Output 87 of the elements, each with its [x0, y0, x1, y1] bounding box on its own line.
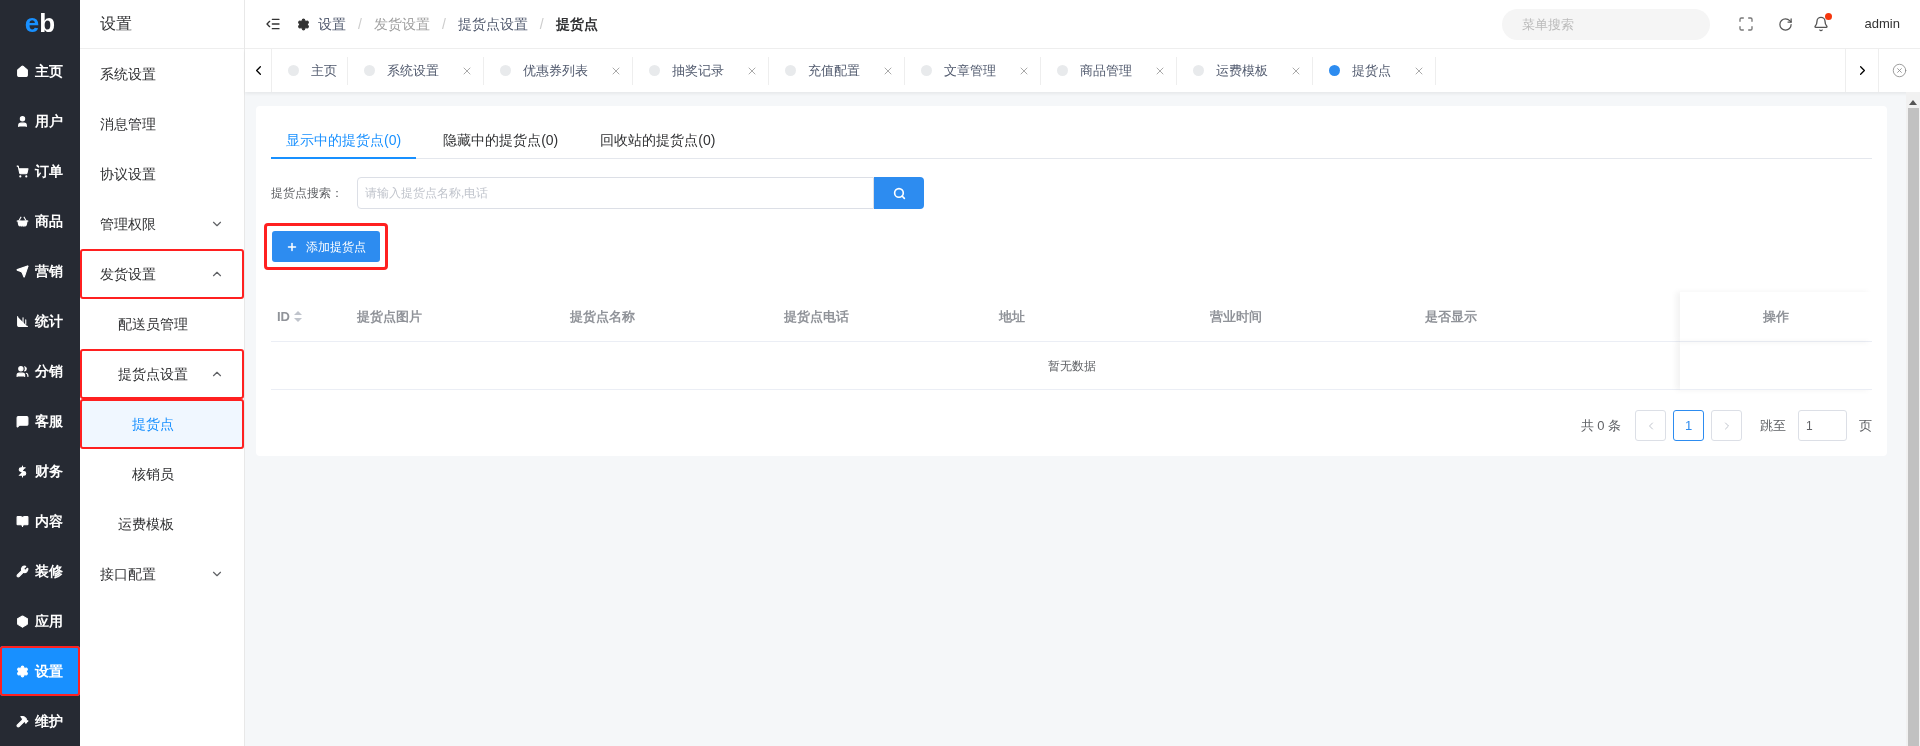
scrollbar[interactable]	[1906, 92, 1920, 746]
paper-plane-icon	[16, 264, 29, 278]
hammer-icon	[16, 714, 29, 728]
users-icon	[16, 364, 29, 378]
column-header: 营业时间	[1204, 292, 1419, 342]
user-icon	[16, 114, 29, 128]
wrench-icon	[16, 564, 29, 578]
nav-item[interactable]: 维护	[0, 696, 80, 746]
close-circle-icon	[1892, 63, 1907, 78]
nav-item[interactable]: 用户	[0, 96, 80, 146]
nav-item[interactable]: 商品	[0, 196, 80, 246]
nav-item[interactable]: 分销	[0, 346, 80, 396]
submenu-item[interactable]: 发货设置	[80, 249, 244, 299]
column-header: 地址	[993, 292, 1204, 342]
nav-item[interactable]: 统计	[0, 296, 80, 346]
refresh-icon[interactable]	[1777, 16, 1793, 32]
jump-label: 跳至	[1760, 416, 1786, 435]
book-icon	[16, 514, 29, 528]
breadcrumb-separator: /	[539, 14, 544, 34]
nav-item[interactable]: 主页	[0, 46, 80, 96]
username[interactable]: admin	[1864, 14, 1900, 34]
search-icon	[892, 186, 906, 200]
filter-tab[interactable]: 回收站的提货点(0)	[585, 124, 731, 159]
home-icon	[16, 64, 29, 78]
submenu-item[interactable]: 配送员管理	[80, 299, 244, 349]
cart-icon	[16, 164, 29, 178]
page-tab[interactable]: 系统设置	[348, 56, 484, 85]
page-tab[interactable]: 抽奖记录	[633, 56, 769, 85]
sort-icon[interactable]	[294, 311, 302, 322]
nav-item[interactable]: 订单	[0, 146, 80, 196]
page-unit-label: 页	[1859, 416, 1872, 435]
submenu-item[interactable]: 运费模板	[80, 499, 244, 549]
breadcrumb-item[interactable]: 提货点设置	[457, 13, 528, 35]
filter-tab[interactable]: 隐藏中的提货点(0)	[428, 124, 574, 159]
column-header: 提货点名称	[564, 292, 778, 342]
page-tab[interactable]: 文章管理	[905, 56, 1041, 85]
submenu-title: 设置	[80, 0, 244, 49]
bar-chart-icon	[16, 314, 29, 328]
column-header: 提货点图片	[351, 292, 564, 342]
nav-item[interactable]: 客服	[0, 396, 80, 446]
fullscreen-icon[interactable]	[1737, 16, 1754, 32]
column-header: 是否显示	[1419, 292, 1680, 342]
breadcrumb-separator: /	[358, 14, 362, 34]
page-tab[interactable]: 充值配置	[769, 56, 905, 85]
column-header: 操作	[1680, 292, 1872, 342]
dollar-icon	[16, 464, 29, 478]
jump-page-field[interactable]: 1	[1798, 410, 1847, 441]
bell-icon[interactable]	[1812, 16, 1829, 32]
previous-page-button[interactable]	[1635, 410, 1666, 441]
nav-item[interactable]: 装修	[0, 546, 80, 596]
basket-icon	[16, 214, 29, 228]
total-count: 共 0 条	[1580, 416, 1621, 435]
page-tab[interactable]: 商品管理	[1041, 56, 1177, 85]
submenu-item[interactable]: 协议设置	[80, 149, 244, 199]
breadcrumb-item: 提货点	[555, 14, 598, 34]
submenu-item[interactable]: 核销员	[80, 449, 244, 499]
search-label: 提货点搜索：	[271, 185, 344, 202]
nav-item[interactable]: 财务	[0, 446, 80, 496]
chat-icon	[16, 414, 29, 428]
store-search-field[interactable]: 请输入提货点名称,电话	[357, 177, 874, 209]
settings-icon	[297, 17, 310, 31]
submenu-item[interactable]: 接口配置	[80, 549, 244, 599]
column-header: 提货点电话	[778, 292, 993, 342]
page-tab[interactable]: 运费模板	[1177, 56, 1313, 85]
nav-item[interactable]: 营销	[0, 246, 80, 296]
scrollbar-thumb[interactable]	[1907, 108, 1919, 746]
collapse-menu-icon[interactable]	[265, 16, 281, 32]
breadcrumb-item[interactable]: 设置	[318, 13, 346, 35]
menu-search-field[interactable]: 菜单搜索	[1501, 8, 1710, 40]
submenu-item[interactable]: 系统设置	[80, 49, 244, 99]
submenu-item[interactable]: 提货点设置	[80, 349, 244, 399]
nav-item[interactable]: 内容	[0, 496, 80, 546]
submenu-item[interactable]: 消息管理	[80, 99, 244, 149]
scroll-up-arrow-icon[interactable]	[1909, 100, 1917, 105]
search-button[interactable]	[874, 177, 924, 209]
page-tab[interactable]: 优惠券列表	[484, 56, 633, 85]
page-tab[interactable]: 提货点	[1313, 56, 1436, 85]
breadcrumb-separator: /	[441, 14, 446, 34]
settings-icon	[16, 664, 29, 678]
next-page-button[interactable]	[1711, 410, 1742, 441]
submenu-item[interactable]: 管理权限	[80, 199, 244, 249]
empty-table-message: 暂无数据	[271, 342, 1680, 390]
nav-item[interactable]: 应用	[0, 596, 80, 646]
cube-icon	[16, 614, 29, 628]
logo: eb	[23, 7, 57, 40]
page-tab[interactable]: 主页	[272, 56, 348, 85]
plus-icon	[286, 240, 298, 253]
